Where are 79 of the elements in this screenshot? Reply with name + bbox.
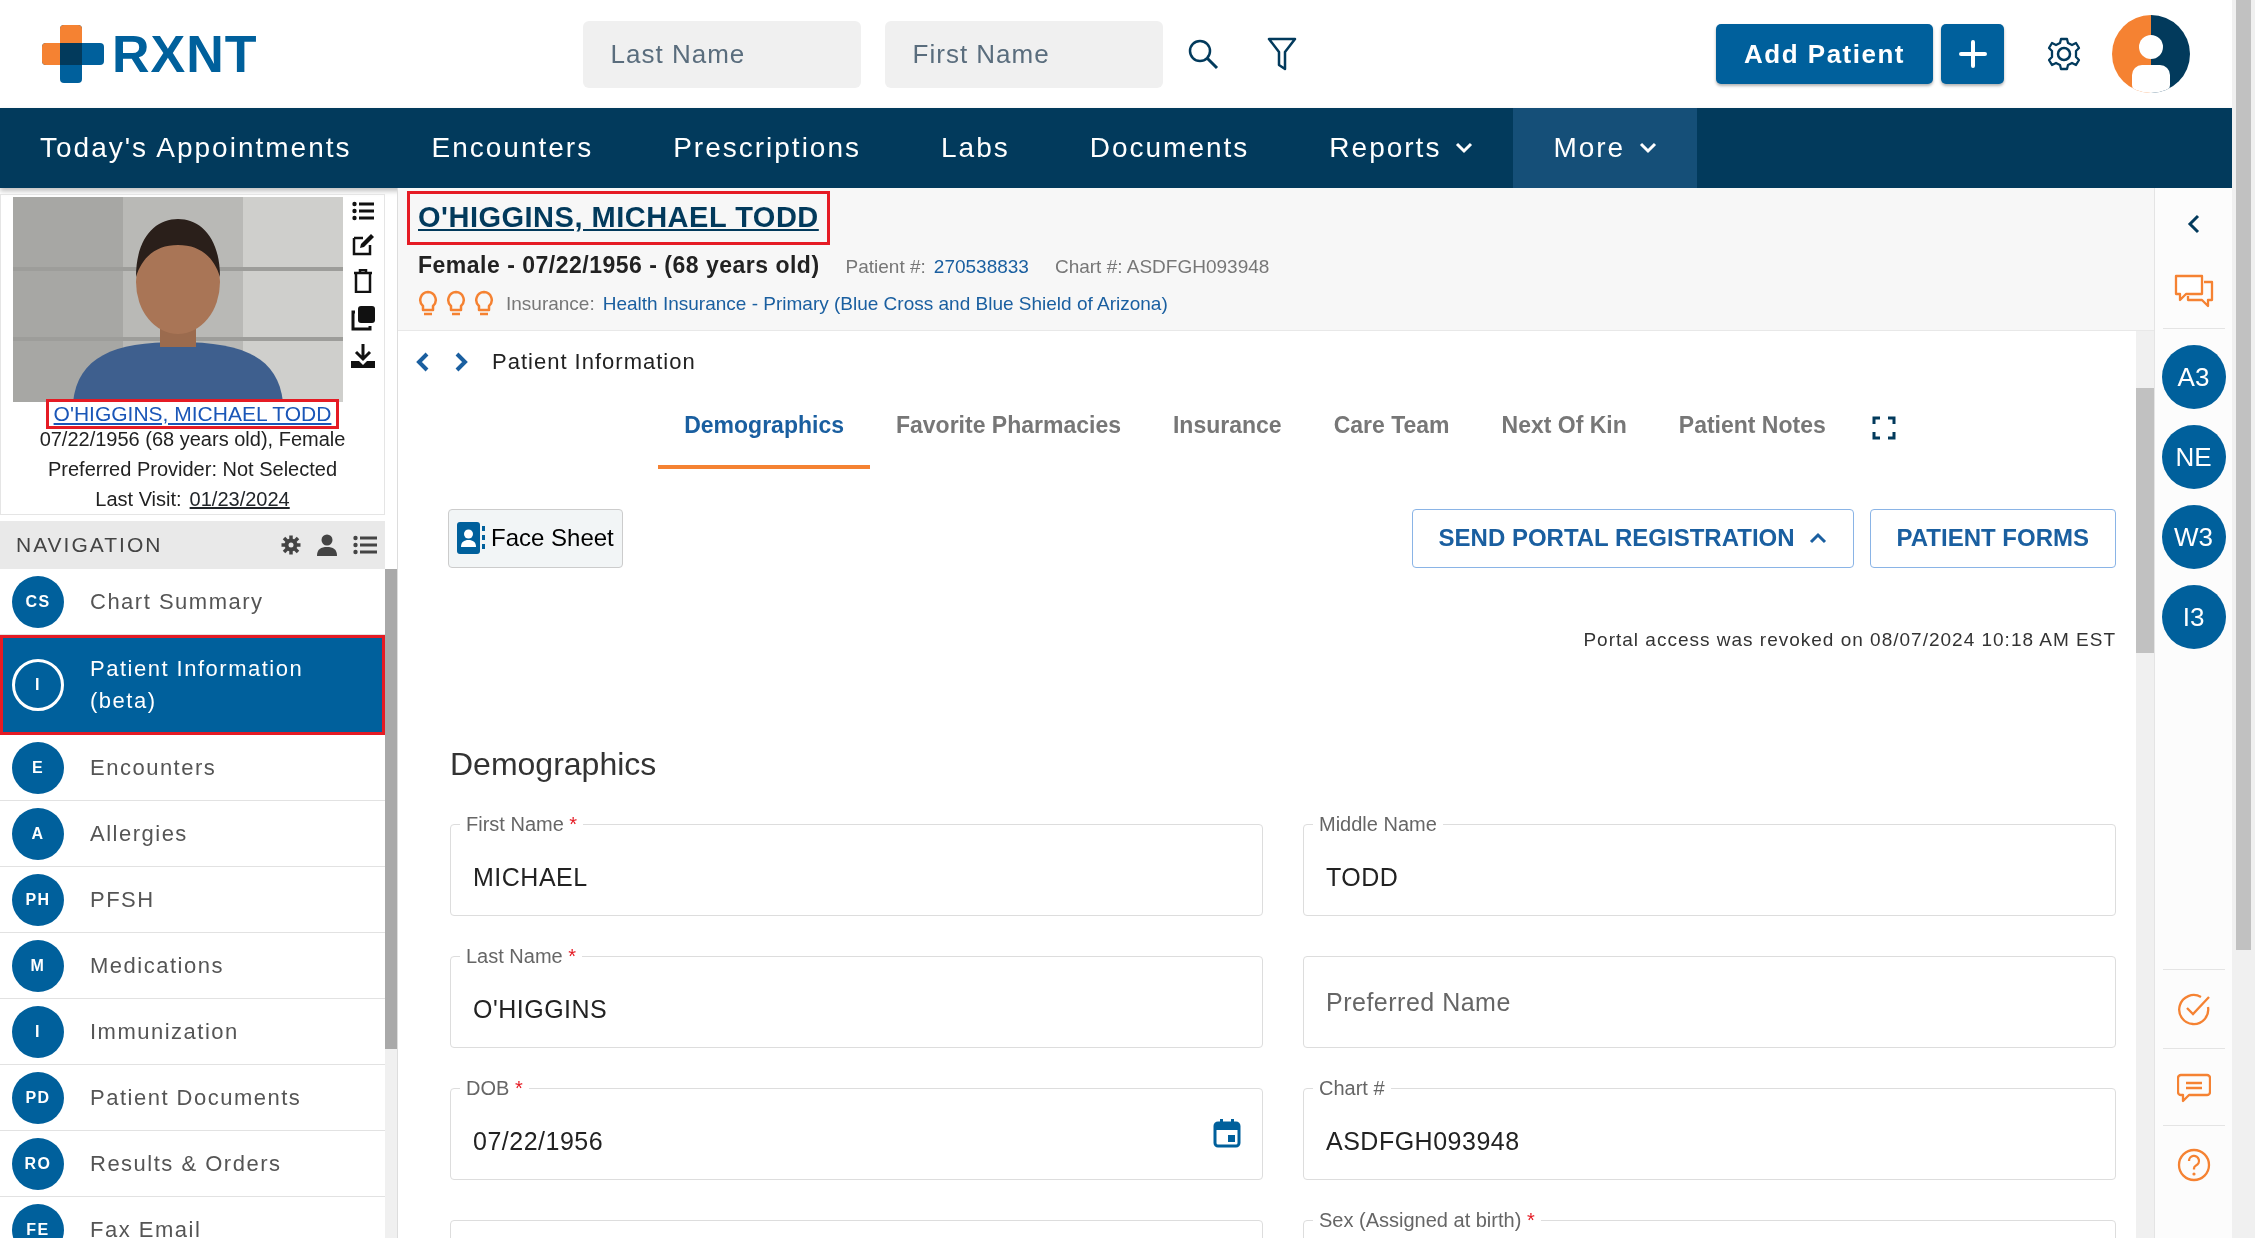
add-button[interactable] xyxy=(1941,24,2004,84)
scrollbar[interactable] xyxy=(385,569,397,1238)
patient-number-link[interactable]: 270538833 xyxy=(933,252,1029,281)
menu-item[interactable]: Today's Appointments xyxy=(0,108,392,188)
plus-icon xyxy=(1958,40,1987,68)
logo-icon xyxy=(42,25,104,83)
avatar-icon[interactable] xyxy=(2112,15,2190,93)
person-icon[interactable] xyxy=(317,534,337,557)
help-icon[interactable] xyxy=(2176,1148,2211,1182)
expand-icon[interactable] xyxy=(1871,416,1896,440)
patient-dob-text: 07/22/1956 (68 years old), Female xyxy=(38,427,347,453)
tab[interactable]: Care Team xyxy=(1307,398,1476,469)
initials-badge: PD xyxy=(12,1071,64,1124)
initials-badge: FE xyxy=(12,1203,64,1238)
breadcrumb-text: Patient Information xyxy=(492,348,696,376)
settings-icon[interactable] xyxy=(2046,36,2082,72)
calendar-icon[interactable] xyxy=(1213,1118,1241,1148)
menu-item[interactable]: Encounters xyxy=(391,108,634,188)
menu-item[interactable]: More xyxy=(1513,108,1698,188)
search-field[interactable]: First Name xyxy=(884,20,1163,88)
list-icon[interactable] xyxy=(353,535,377,556)
patient-name-link[interactable]: O'HIGGINS, MICHAEL TODD xyxy=(410,194,827,242)
tab[interactable]: Patient Notes xyxy=(1652,398,1852,469)
initials-badge: I xyxy=(12,1005,64,1058)
tab[interactable]: Next Of Kin xyxy=(1475,398,1653,469)
scrollbar[interactable] xyxy=(2136,331,2154,1238)
user-badge[interactable]: A3 xyxy=(2161,345,2226,409)
user-badge[interactable]: I3 xyxy=(2161,585,2226,649)
tab[interactable]: Insurance xyxy=(1147,398,1308,469)
action-button[interactable]: PATIENT FORMS xyxy=(1869,508,2116,568)
user-badge[interactable]: W3 xyxy=(2161,505,2226,569)
portal-status-text: Portal access was revoked on 08/07/2024 10:18 AM EST xyxy=(1582,627,2116,652)
initials-badge: A xyxy=(12,807,64,860)
checkmark-circle-icon[interactable] xyxy=(2176,992,2211,1026)
section-heading: Demographics xyxy=(449,745,658,784)
settings-icon[interactable] xyxy=(281,535,301,556)
menu-item[interactable]: Prescriptions xyxy=(633,108,901,188)
collapse-icon[interactable] xyxy=(2186,214,2201,234)
initials-badge: M xyxy=(12,939,64,992)
navigation-title: NAVIGATION xyxy=(16,532,163,559)
initials-badge: I xyxy=(12,658,64,711)
face-sheet-button[interactable]: Face Sheet xyxy=(448,508,623,568)
filter-icon[interactable] xyxy=(1266,37,1297,71)
patient-name-link[interactable]: O'HIGGINS, MICHAEL TODD xyxy=(48,402,337,427)
insurance-link[interactable]: Health Insurance - Primary (Blue Cross and Blue Shield of Arizona) xyxy=(602,290,1168,319)
menu-item[interactable]: Documents xyxy=(1049,108,1290,188)
initials-badge: E xyxy=(12,741,64,794)
search-icon[interactable] xyxy=(1186,38,1219,70)
trash-icon[interactable] xyxy=(353,269,373,293)
user-badge[interactable]: NE xyxy=(2161,425,2226,489)
download-icon[interactable] xyxy=(350,343,376,369)
menu-item[interactable]: Reports xyxy=(1289,108,1514,188)
copy-icon[interactable] xyxy=(350,305,376,331)
input-field[interactable]: Preferred Name xyxy=(1303,956,2116,1048)
initials-badge: RO xyxy=(12,1137,64,1190)
menu-item[interactable]: Labs xyxy=(901,108,1050,188)
forward-icon[interactable] xyxy=(454,350,468,373)
list-icon[interactable] xyxy=(352,201,374,221)
contact-card-icon xyxy=(457,522,485,554)
tab[interactable]: Favorite Pharmacies xyxy=(869,398,1147,469)
initials-badge: CS xyxy=(12,575,64,628)
patient-summary-text: Female - 07/22/1956 - (68 years old) xyxy=(418,250,820,280)
add-patient-button[interactable]: Add Patient xyxy=(1716,24,1933,84)
message-icon[interactable] xyxy=(2176,1073,2211,1103)
search-field[interactable]: Last Name xyxy=(582,20,861,88)
last-visit-link[interactable]: 01/23/2024 xyxy=(189,486,290,513)
chart-number-text: Chart #: ASDFGH093948 xyxy=(1054,254,1270,279)
insurance-label: Insurance: xyxy=(506,292,595,316)
edit-icon[interactable] xyxy=(351,233,375,257)
initials-badge: PH xyxy=(12,873,64,926)
nav-item[interactable]: I Patient Information (beta) xyxy=(0,635,385,736)
tab[interactable]: Demographics xyxy=(658,398,870,469)
back-icon[interactable] xyxy=(416,350,430,373)
preferred-provider-text: Preferred Provider: Not Selected xyxy=(47,457,338,483)
patient-number-label: Patient #: xyxy=(845,254,926,279)
logo-text: RXNT xyxy=(112,24,258,85)
last-visit-label: Last Visit: xyxy=(95,487,182,513)
scrollbar[interactable] xyxy=(2232,0,2255,1238)
dropdown-button[interactable]: SEND PORTAL REGISTRATION xyxy=(1411,508,1854,568)
